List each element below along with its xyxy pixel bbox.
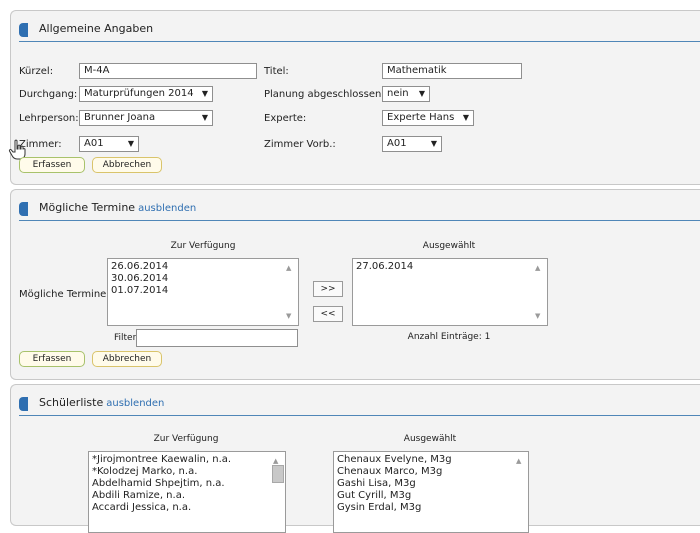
chevron-down-icon: ▼ bbox=[418, 89, 425, 98]
planung-value: nein bbox=[387, 88, 409, 99]
general-panel-header: Allgemeine Angaben bbox=[19, 21, 700, 42]
zimmer-select[interactable]: A01 ▼ bbox=[79, 136, 139, 152]
anzahl-eintraege-text: Anzahl Einträge: 1 bbox=[407, 332, 491, 342]
planung-select[interactable]: nein ▼ bbox=[382, 86, 430, 102]
experte-value: Experte Hans bbox=[387, 112, 455, 123]
experte-label: Experte: bbox=[264, 113, 307, 124]
termine-available-header: Zur Verfügung bbox=[170, 241, 236, 251]
schueler-available-items: *Jirojmontree Kaewalin, n.a. *Kolodzej M… bbox=[92, 454, 231, 514]
schueler-toggle-link[interactable]: ausblenden bbox=[106, 398, 164, 409]
schueler-panel-header: Schülerliste ausblenden bbox=[19, 395, 700, 416]
scroll-down-icon[interactable]: ▼ bbox=[286, 310, 291, 322]
panel-tab-marker bbox=[19, 23, 28, 37]
schueler-selected-list[interactable]: Chenaux Evelyne, M3g Chenaux Marco, M3g … bbox=[333, 451, 529, 533]
abbrechen-button-termine[interactable]: Abbrechen bbox=[92, 351, 162, 367]
chevron-down-icon: ▼ bbox=[127, 139, 134, 148]
scroll-up-icon[interactable]: ▲ bbox=[535, 262, 540, 274]
list-item[interactable]: Gashi Lisa, M3g bbox=[337, 478, 452, 490]
schueler-available-list[interactable]: *Jirojmontree Kaewalin, n.a. *Kolodzej M… bbox=[88, 451, 286, 533]
zimmer-vorb-label: Zimmer Vorb.: bbox=[264, 139, 336, 150]
termine-selected-list[interactable]: 27.06.2014 ▲ ▼ bbox=[352, 258, 548, 326]
list-item[interactable]: 26.06.2014 bbox=[111, 261, 168, 273]
titel-label: Titel: bbox=[264, 66, 289, 77]
list-item[interactable]: Chenaux Marco, M3g bbox=[337, 466, 452, 478]
scroll-up-icon[interactable]: ▲ bbox=[516, 455, 521, 467]
termine-selected-items: 27.06.2014 bbox=[356, 261, 413, 273]
remove-button[interactable]: << bbox=[313, 306, 343, 322]
planung-label: Planung abgeschlossen: bbox=[264, 89, 385, 100]
durchgang-select[interactable]: Maturprüfungen 2014 ▼ bbox=[79, 86, 213, 102]
list-item[interactable]: *Kolodzej Marko, n.a. bbox=[92, 466, 231, 478]
scrollbar[interactable]: ▲ bbox=[269, 452, 285, 532]
scroll-up-icon[interactable]: ▲ bbox=[286, 262, 291, 274]
add-button[interactable]: >> bbox=[313, 281, 343, 297]
termine-available-list[interactable]: 26.06.2014 30.06.2014 01.07.2014 ▲ ▼ bbox=[107, 258, 299, 326]
termine-available-items: 26.06.2014 30.06.2014 01.07.2014 bbox=[111, 261, 168, 297]
scrollbar-thumb[interactable] bbox=[272, 465, 284, 483]
scrollbar[interactable]: ▲ ▼ bbox=[531, 259, 547, 325]
lehrperson-value: Brunner Joana bbox=[84, 112, 156, 123]
termine-toggle-link[interactable]: ausblenden bbox=[138, 203, 196, 214]
zimmer-value: A01 bbox=[84, 138, 104, 149]
durchgang-label: Durchgang: bbox=[19, 89, 78, 100]
experte-select[interactable]: Experte Hans ▼ bbox=[382, 110, 474, 126]
list-item[interactable]: Accardi Jessica, n.a. bbox=[92, 502, 231, 514]
schueler-selected-items: Chenaux Evelyne, M3g Chenaux Marco, M3g … bbox=[337, 454, 452, 514]
erfassen-button-general[interactable]: Erfassen bbox=[19, 157, 85, 173]
panel-tab-marker bbox=[19, 397, 28, 411]
list-item[interactable]: Abdili Ramize, n.a. bbox=[92, 490, 231, 502]
chevron-down-icon: ▼ bbox=[201, 113, 208, 122]
scrollbar[interactable]: ▲ bbox=[512, 452, 528, 532]
schueler-available-header: Zur Verfügung bbox=[153, 434, 219, 444]
kuerzel-input[interactable]: M-4A bbox=[79, 63, 257, 79]
chevron-down-icon: ▼ bbox=[430, 139, 437, 148]
termine-panel-title: Mögliche Termine ausblenden bbox=[39, 201, 196, 214]
list-item[interactable]: 30.06.2014 bbox=[111, 273, 168, 285]
scrollbar[interactable]: ▲ ▼ bbox=[282, 259, 298, 325]
lehrperson-select[interactable]: Brunner Joana ▼ bbox=[79, 110, 213, 126]
termine-row-label: Mögliche Termine: bbox=[19, 289, 110, 300]
lehrperson-label: Lehrperson: bbox=[19, 113, 79, 124]
erfassen-button-termine[interactable]: Erfassen bbox=[19, 351, 85, 367]
termine-title-text: Mögliche Termine bbox=[39, 201, 136, 214]
list-item[interactable]: Abdelhamid Shpejtim, n.a. bbox=[92, 478, 231, 490]
list-item[interactable]: 01.07.2014 bbox=[111, 285, 168, 297]
chevron-down-icon: ▼ bbox=[462, 113, 469, 122]
general-panel-title: Allgemeine Angaben bbox=[39, 22, 154, 35]
schueler-title-text: Schülerliste bbox=[39, 396, 104, 409]
schueler-panel-title: Schülerliste ausblenden bbox=[39, 396, 164, 409]
abbrechen-button-general[interactable]: Abbrechen bbox=[92, 157, 162, 173]
scroll-down-icon[interactable]: ▼ bbox=[535, 310, 540, 322]
panel-tab-marker bbox=[19, 202, 28, 216]
list-item[interactable]: *Jirojmontree Kaewalin, n.a. bbox=[92, 454, 231, 466]
termine-panel-header: Mögliche Termine ausblenden bbox=[19, 200, 700, 221]
kuerzel-label: Kürzel: bbox=[19, 66, 54, 77]
list-item[interactable]: Gut Cyrill, M3g bbox=[337, 490, 452, 502]
list-item[interactable]: 27.06.2014 bbox=[356, 261, 413, 273]
filter-input[interactable] bbox=[136, 329, 298, 347]
list-item[interactable]: Chenaux Evelyne, M3g bbox=[337, 454, 452, 466]
chevron-down-icon: ▼ bbox=[201, 89, 208, 98]
durchgang-value: Maturprüfungen 2014 bbox=[84, 88, 194, 99]
list-item[interactable]: Gysin Erdal, M3g bbox=[337, 502, 452, 514]
zimmer-vorb-select[interactable]: A01 ▼ bbox=[382, 136, 442, 152]
titel-input[interactable]: Mathematik bbox=[382, 63, 522, 79]
schueler-selected-header: Ausgewählt bbox=[403, 434, 457, 444]
termine-selected-header: Ausgewählt bbox=[422, 241, 476, 251]
zimmer-vorb-value: A01 bbox=[387, 138, 407, 149]
